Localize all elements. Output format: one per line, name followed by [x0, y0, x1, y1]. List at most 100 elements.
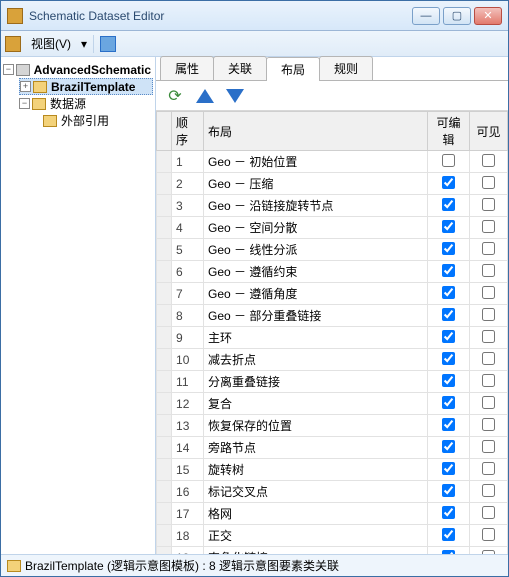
cell-editable[interactable] — [428, 415, 470, 437]
editable-checkbox[interactable] — [442, 506, 455, 519]
editable-checkbox[interactable] — [442, 528, 455, 541]
visible-checkbox[interactable] — [482, 352, 495, 365]
cell-editable[interactable] — [428, 547, 470, 555]
editable-checkbox[interactable] — [442, 396, 455, 409]
visible-checkbox[interactable] — [482, 418, 495, 431]
table-row[interactable]: 15旋转树 — [157, 459, 508, 481]
table-row[interactable]: 19直角化链接 — [157, 547, 508, 555]
cell-visible[interactable] — [470, 481, 508, 503]
table-row[interactable]: 12复合 — [157, 393, 508, 415]
editable-checkbox[interactable] — [442, 330, 455, 343]
cell-editable[interactable] — [428, 173, 470, 195]
tree-datasource[interactable]: − 数据源 — [19, 95, 153, 112]
visible-checkbox[interactable] — [482, 374, 495, 387]
move-down-button[interactable] — [224, 85, 246, 107]
cell-editable[interactable] — [428, 305, 470, 327]
close-button[interactable]: ✕ — [474, 7, 502, 25]
editable-checkbox[interactable] — [442, 308, 455, 321]
move-up-button[interactable] — [194, 85, 216, 107]
visible-checkbox[interactable] — [482, 176, 495, 189]
visible-checkbox[interactable] — [482, 286, 495, 299]
cell-editable[interactable] — [428, 261, 470, 283]
cell-visible[interactable] — [470, 415, 508, 437]
editable-checkbox[interactable] — [442, 352, 455, 365]
editable-checkbox[interactable] — [442, 462, 455, 475]
col-visible[interactable]: 可见 — [470, 112, 508, 151]
cell-visible[interactable] — [470, 217, 508, 239]
table-row[interactable]: 8Geo － 部分重叠链接 — [157, 305, 508, 327]
cell-visible[interactable] — [470, 547, 508, 555]
visible-checkbox[interactable] — [482, 440, 495, 453]
cell-editable[interactable] — [428, 151, 470, 173]
cell-editable[interactable] — [428, 437, 470, 459]
cell-visible[interactable] — [470, 459, 508, 481]
cell-editable[interactable] — [428, 195, 470, 217]
table-row[interactable]: 2Geo － 压缩 — [157, 173, 508, 195]
cell-visible[interactable] — [470, 261, 508, 283]
editable-checkbox[interactable] — [442, 374, 455, 387]
table-row[interactable]: 10减去折点 — [157, 349, 508, 371]
cell-editable[interactable] — [428, 217, 470, 239]
editable-checkbox[interactable] — [442, 440, 455, 453]
menu-view[interactable]: 视图(V) — [27, 33, 75, 54]
cell-editable[interactable] — [428, 349, 470, 371]
visible-checkbox[interactable] — [482, 396, 495, 409]
cell-editable[interactable] — [428, 327, 470, 349]
tree-template[interactable]: + BrazilTemplate — [19, 78, 153, 95]
save-icon[interactable] — [100, 36, 116, 52]
expand-icon[interactable]: − — [19, 98, 30, 109]
table-row[interactable]: 14旁路节点 — [157, 437, 508, 459]
cell-visible[interactable] — [470, 503, 508, 525]
table-row[interactable]: 13恢复保存的位置 — [157, 415, 508, 437]
visible-checkbox[interactable] — [482, 220, 495, 233]
visible-checkbox[interactable] — [482, 330, 495, 343]
table-row[interactable]: 9主环 — [157, 327, 508, 349]
editable-checkbox[interactable] — [442, 198, 455, 211]
table-row[interactable]: 7Geo － 遵循角度 — [157, 283, 508, 305]
table-row[interactable]: 17格网 — [157, 503, 508, 525]
visible-checkbox[interactable] — [482, 264, 495, 277]
visible-checkbox[interactable] — [482, 462, 495, 475]
cell-visible[interactable] — [470, 305, 508, 327]
editable-checkbox[interactable] — [442, 242, 455, 255]
visible-checkbox[interactable] — [482, 242, 495, 255]
collapse-icon[interactable]: − — [3, 64, 14, 75]
visible-checkbox[interactable] — [482, 198, 495, 211]
cell-editable[interactable] — [428, 371, 470, 393]
refresh-button[interactable]: ⟳ — [164, 85, 186, 107]
table-row[interactable]: 18正交 — [157, 525, 508, 547]
tab-rel[interactable]: 关联 — [213, 56, 267, 80]
minimize-button[interactable]: — — [412, 7, 440, 25]
tab-attr[interactable]: 属性 — [160, 56, 214, 80]
tab-rule[interactable]: 规则 — [319, 56, 373, 80]
table-row[interactable]: 6Geo － 遵循约束 — [157, 261, 508, 283]
editable-checkbox[interactable] — [442, 484, 455, 497]
editable-checkbox[interactable] — [442, 154, 455, 167]
cell-visible[interactable] — [470, 151, 508, 173]
table-row[interactable]: 5Geo － 线性分派 — [157, 239, 508, 261]
col-layout[interactable]: 布局 — [204, 112, 428, 151]
tree-root[interactable]: − AdvancedSchematic — [3, 61, 153, 78]
editable-checkbox[interactable] — [442, 220, 455, 233]
cell-visible[interactable] — [470, 173, 508, 195]
editable-checkbox[interactable] — [442, 264, 455, 277]
cell-visible[interactable] — [470, 371, 508, 393]
table-row[interactable]: 1Geo － 初始位置 — [157, 151, 508, 173]
tab-layout[interactable]: 布局 — [266, 57, 320, 81]
table-row[interactable]: 4Geo － 空间分散 — [157, 217, 508, 239]
editable-checkbox[interactable] — [442, 418, 455, 431]
col-order[interactable]: 顺序 — [172, 112, 204, 151]
expand-icon[interactable]: + — [20, 81, 31, 92]
table-scroll[interactable]: 顺序 布局 可编辑 可见 1Geo － 初始位置2Geo － 压缩3Geo － … — [156, 111, 508, 554]
visible-checkbox[interactable] — [482, 154, 495, 167]
visible-checkbox[interactable] — [482, 506, 495, 519]
cell-editable[interactable] — [428, 525, 470, 547]
cell-visible[interactable] — [470, 393, 508, 415]
editable-checkbox[interactable] — [442, 176, 455, 189]
maximize-button[interactable]: ▢ — [443, 7, 471, 25]
cell-visible[interactable] — [470, 239, 508, 261]
table-row[interactable]: 3Geo － 沿链接旋转节点 — [157, 195, 508, 217]
cell-editable[interactable] — [428, 393, 470, 415]
dropdown-icon[interactable]: ▾ — [81, 37, 87, 51]
cell-editable[interactable] — [428, 481, 470, 503]
